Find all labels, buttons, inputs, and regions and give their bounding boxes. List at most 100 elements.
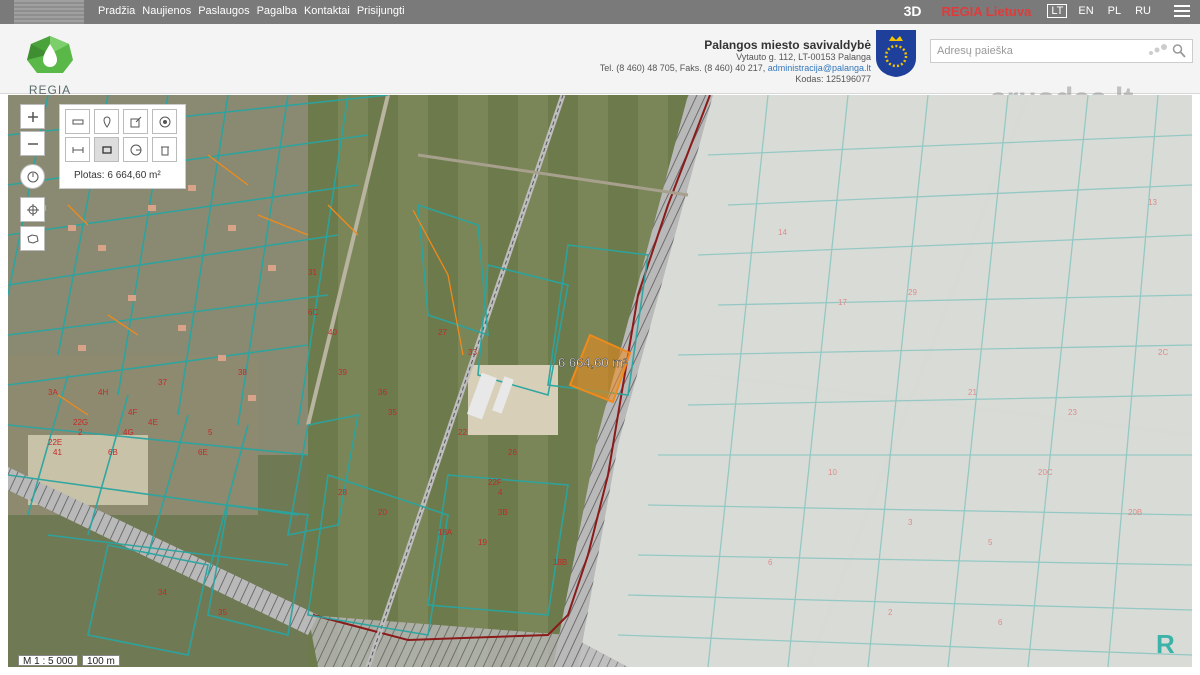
header: REGIA Palangos miesto savivaldybė Vytaut… [0, 24, 1200, 115]
parcel-number: 26 [508, 448, 517, 457]
map-scale: M 1 : 5 000 100 m [18, 655, 120, 667]
regia-lietuva-link[interactable]: REGIA Lietuva [942, 4, 1032, 19]
nav-item-prisijungti[interactable]: Prisijungti [357, 5, 405, 17]
parcel-number: 5 [208, 428, 213, 437]
target-icon [159, 116, 170, 127]
top-right-controls: 3D REGIA Lietuva LT EN PL RU [904, 3, 1190, 19]
nav-item-pagalba[interactable]: Pagalba [257, 5, 297, 17]
clear-measure-button[interactable] [152, 137, 177, 162]
point-tool-button[interactable] [152, 109, 177, 134]
parcel-number: 3A [48, 388, 58, 397]
address-search-input[interactable]: Adresų paieška [930, 39, 1193, 63]
parcel-number: 5 [988, 538, 993, 547]
search-placeholder: Adresų paieška [937, 45, 1013, 57]
menu-icon[interactable] [1174, 5, 1190, 17]
parcel-number: 20 [378, 508, 387, 517]
parcel-number: 4E [148, 418, 158, 427]
clock-icon [27, 171, 38, 182]
search-icon[interactable] [1172, 43, 1186, 59]
parcel-number: 41 [53, 448, 62, 457]
municipality-code: Kodas: 125196077 [795, 74, 871, 84]
svg-text:R: R [1156, 629, 1175, 659]
parcel-number: 22E [48, 438, 62, 447]
parcel-number: 2 [78, 428, 83, 437]
municipality-phone: Tel. (8 460) 48 705, Faks. (8 460) 40 21… [599, 63, 768, 73]
parcel-number: 27 [438, 328, 447, 337]
lang-lt[interactable]: LT [1047, 4, 1068, 18]
parcel-number: 36 [378, 388, 387, 397]
parcel-number: 35 [388, 408, 397, 417]
parcel-number: 2 [888, 608, 893, 617]
export-icon [130, 116, 141, 127]
measure-tool-panel: Plotas: 6 664,60 m² [59, 104, 186, 189]
measure-radius-button[interactable] [123, 137, 148, 162]
measure-distance-button[interactable] [65, 137, 90, 162]
measure-label: 6 664,60 m² [558, 355, 628, 370]
area-icon [101, 145, 112, 154]
search-icons [1146, 43, 1186, 59]
nav-item-naujienos[interactable]: Naujienos [142, 5, 191, 17]
radius-icon [130, 144, 141, 155]
parcel-number: 20C [1038, 468, 1053, 477]
parcel-number: 37 [158, 378, 167, 387]
parcel-number: 18B [553, 558, 567, 567]
parcel-number: 38 [238, 368, 247, 377]
parcel-number: 2C [1158, 348, 1168, 357]
municipality-email[interactable]: administracija@palanga.lt [768, 63, 871, 73]
parcel-number: 18A [438, 528, 453, 537]
scale-bar: 100 m [82, 655, 120, 667]
scale-ratio: M 1 : 5 000 [18, 655, 79, 667]
nav-item-pradzia[interactable]: Pradžia [98, 5, 135, 17]
parcel-number: 4G [123, 428, 134, 437]
export-button[interactable] [123, 109, 148, 134]
rotate-compass-button[interactable] [20, 164, 45, 189]
minus-icon [27, 142, 38, 145]
top-bar: Pradžia Naujienos Paslaugos Pagalba Kont… [0, 0, 1200, 24]
parcel-number: 3 [908, 518, 913, 527]
nav-item-kontaktai[interactable]: Kontaktai [304, 5, 350, 17]
place-marker-button[interactable] [94, 109, 119, 134]
parcel-number: 29 [908, 288, 917, 297]
logo-strip [14, 0, 84, 24]
parcel-number: 4H [98, 388, 108, 397]
parcel-number: 22G [73, 418, 88, 427]
municipality-name: Palangos miesto savivaldybė [704, 38, 871, 52]
parcel-number: 6 [768, 558, 773, 567]
palanga-crest-icon [876, 30, 916, 77]
distance-icon [72, 146, 83, 153]
regia-logo[interactable]: REGIA [25, 34, 75, 97]
parcel-number: 28 [338, 488, 347, 497]
ruler-icon [72, 119, 83, 124]
parcel-number: 4F [128, 408, 137, 417]
3d-button[interactable]: 3D [904, 3, 922, 19]
dots-icon[interactable] [1146, 43, 1168, 59]
top-navigation: Pradžia Naujienos Paslaugos Pagalba Kont… [98, 5, 405, 17]
parcel-number: 23 [1068, 408, 1077, 417]
measure-area-button[interactable] [94, 137, 119, 162]
regia-drop-icon [27, 36, 73, 73]
regia-corner-logo: R [1156, 629, 1175, 659]
zoom-out-button[interactable] [20, 131, 45, 156]
trash-icon [160, 146, 169, 155]
parcel-number: 21 [968, 388, 977, 397]
municipality-info: Palangos miesto savivaldybė Vytauto g. 1… [600, 38, 871, 85]
lang-ru[interactable]: RU [1132, 5, 1154, 17]
parcel-number: 31 [308, 268, 317, 277]
parcel-number: 6E [198, 448, 208, 457]
municipality-contacts: Tel. (8 460) 48 705, Faks. (8 460) 40 21… [600, 63, 871, 74]
parcel-number: 33 [468, 348, 477, 357]
map-extent-button[interactable] [20, 226, 45, 251]
parcel-number: 3B [498, 508, 508, 517]
parcel-number: 39 [338, 368, 347, 377]
parcel-number: 6 [998, 618, 1003, 627]
zoom-in-button[interactable] [20, 104, 45, 129]
parcel-number: 17 [838, 298, 847, 307]
lang-en[interactable]: EN [1075, 5, 1096, 17]
nav-item-paslaugos[interactable]: Paslaugos [198, 5, 249, 17]
lang-pl[interactable]: PL [1105, 5, 1124, 17]
parcel-number: 35 [218, 608, 227, 617]
pin-icon [102, 116, 111, 128]
measure-length-button[interactable] [65, 109, 90, 134]
plus-icon [27, 111, 38, 122]
locate-button[interactable] [20, 197, 45, 222]
